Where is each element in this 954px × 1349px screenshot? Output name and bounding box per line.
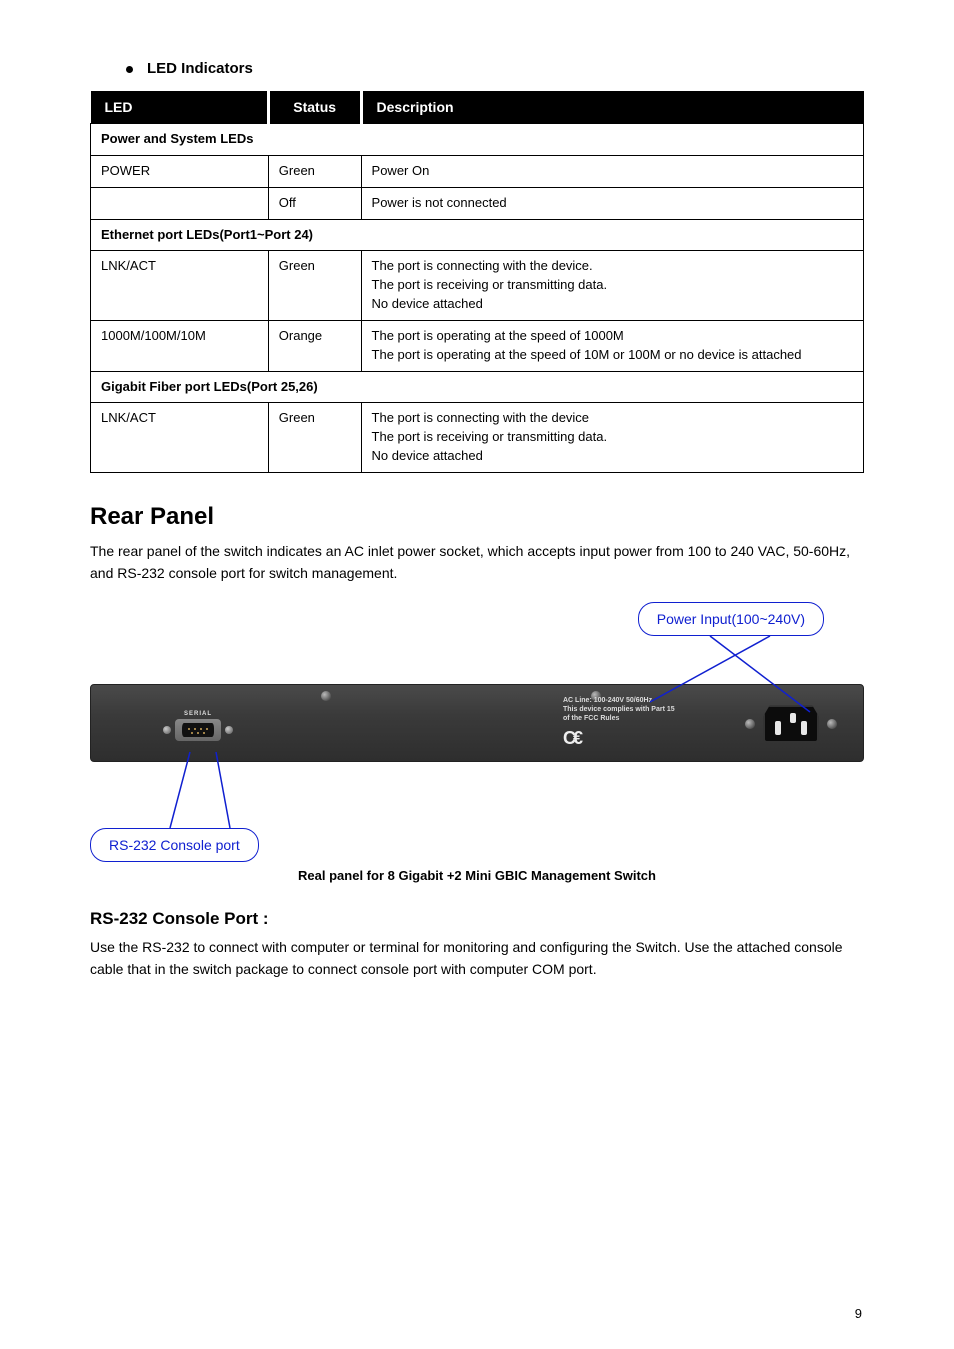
leader-lines <box>90 602 864 862</box>
cell-led <box>91 187 269 219</box>
led-indicators-heading: LED Indicators <box>126 60 864 77</box>
cell-description: Power is not connected <box>361 187 863 219</box>
bullet-icon <box>126 66 133 73</box>
cell-status: Green <box>268 155 361 187</box>
cell-status: Green <box>268 403 361 473</box>
table-row: POWERGreenPower On <box>91 155 864 187</box>
col-led: LED <box>91 91 269 124</box>
rear-panel-heading: Rear Panel <box>90 503 864 531</box>
console-text: Use the RS-232 to connect with computer … <box>90 937 864 980</box>
cell-status: Green <box>268 251 361 321</box>
cell-description: The port is connecting with the device. … <box>361 251 863 321</box>
rear-panel-figure: Power Input(100~240V) RS-232 Console por… <box>90 602 864 862</box>
figure-caption: Real panel for 8 Gigabit +2 Mini GBIC Ma… <box>90 868 864 883</box>
table-section-header: Gigabit Fiber port LEDs(Port 25,26) <box>91 371 864 403</box>
table-section-header: Power and System LEDs <box>91 124 864 156</box>
cell-status: Off <box>268 187 361 219</box>
cell-led: LNK/ACT <box>91 251 269 321</box>
col-description: Description <box>361 91 863 124</box>
cell-status: Orange <box>268 320 361 371</box>
cell-description: Power On <box>361 155 863 187</box>
table-row: LNK/ACTGreenThe port is connecting with … <box>91 403 864 473</box>
callout-console: RS-232 Console port <box>90 828 259 862</box>
led-table: LED Status Description Power and System … <box>90 91 864 473</box>
cell-led: 1000M/100M/10M <box>91 320 269 371</box>
col-status: Status <box>268 91 361 124</box>
cell-led: LNK/ACT <box>91 403 269 473</box>
page-number: 9 <box>855 1306 862 1321</box>
led-indicators-label: LED Indicators <box>147 60 253 77</box>
cell-description: The port is operating at the speed of 10… <box>361 320 863 371</box>
cell-description: The port is connecting with the device T… <box>361 403 863 473</box>
table-section-header: Ethernet port LEDs(Port1~Port 24) <box>91 219 864 251</box>
table-row: LNK/ACTGreenThe port is connecting with … <box>91 251 864 321</box>
cell-led: POWER <box>91 155 269 187</box>
table-row: OffPower is not connected <box>91 187 864 219</box>
table-row: 1000M/100M/10MOrangeThe port is operatin… <box>91 320 864 371</box>
console-heading: RS-232 Console Port : <box>90 909 864 929</box>
rear-panel-text: The rear panel of the switch indicates a… <box>90 541 864 584</box>
callout-power: Power Input(100~240V) <box>638 602 824 636</box>
